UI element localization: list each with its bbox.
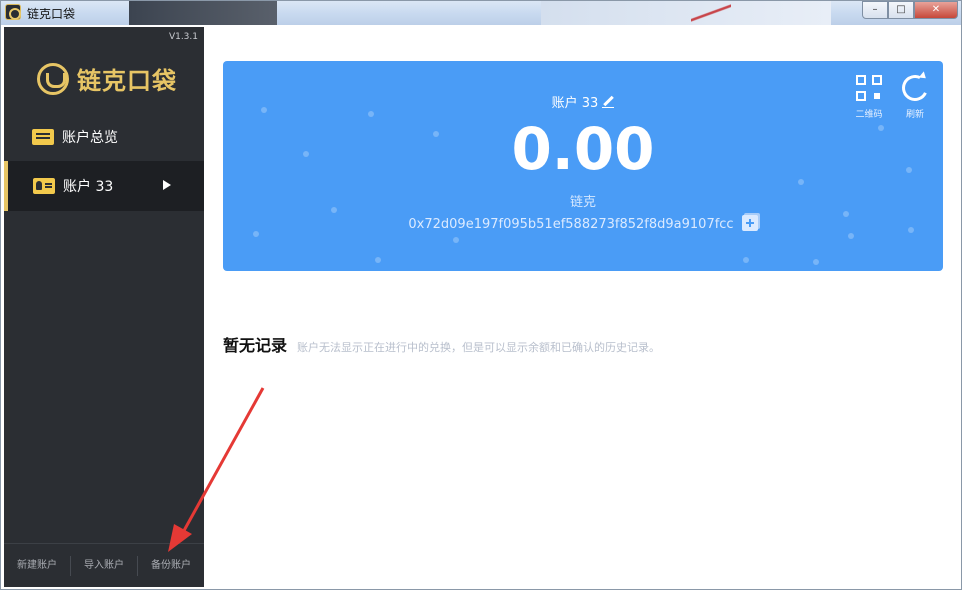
records-hint: 账户无法显示正在进行中的兑换，但是可以显示余额和已确认的历史记录。 bbox=[297, 341, 661, 354]
import-account-button[interactable]: 导入账户 bbox=[70, 555, 137, 576]
sidebar: V1.3.1 链克口袋 账户总览 账户 33 新建账户 导入账户 备份账户 bbox=[4, 27, 204, 587]
edit-icon[interactable] bbox=[602, 96, 615, 108]
app-icon bbox=[5, 4, 21, 20]
app-logo: 链克口袋 bbox=[37, 61, 177, 96]
new-account-button[interactable]: 新建账户 bbox=[4, 556, 70, 576]
backup-account-button[interactable]: 备份账户 bbox=[137, 555, 204, 576]
qr-code-icon bbox=[856, 75, 882, 101]
account-card: 账户 33 0.00 链克 0x72d09e197f095b51ef588273… bbox=[223, 61, 943, 271]
decor-dot bbox=[813, 259, 819, 265]
title-bar-background bbox=[129, 1, 277, 25]
balance-amount: 0.00 bbox=[511, 115, 655, 183]
close-button[interactable]: ✕ bbox=[914, 1, 958, 19]
list-icon bbox=[32, 129, 54, 145]
maximize-button[interactable]: □ bbox=[888, 1, 914, 19]
refresh-label: 刷新 bbox=[905, 110, 924, 120]
qr-code-button[interactable]: 二维码 bbox=[849, 75, 889, 120]
decor-dot bbox=[375, 257, 381, 263]
address-row: 0x72d09e197f095b51ef588273f852f8d9a9107f… bbox=[223, 213, 943, 232]
logo-text: 链克口袋 bbox=[77, 67, 177, 95]
refresh-button[interactable]: 刷新 bbox=[895, 71, 935, 120]
decor-dot bbox=[848, 233, 854, 239]
sidebar-footer: 新建账户 导入账户 备份账户 bbox=[4, 543, 204, 587]
sidebar-item-label: 账户总览 bbox=[62, 130, 118, 146]
window-controls: – □ ✕ bbox=[862, 1, 958, 19]
balance-unit: 链克 bbox=[569, 195, 596, 210]
sidebar-item-overview[interactable]: 账户总览 bbox=[4, 112, 204, 162]
id-card-icon bbox=[33, 178, 55, 194]
account-name-text: 账户 33 bbox=[551, 96, 599, 111]
sidebar-item-account[interactable]: 账户 33 bbox=[4, 161, 204, 211]
refresh-icon bbox=[898, 71, 932, 105]
decor-dot bbox=[453, 237, 459, 243]
title-bar[interactable]: 链克口袋 – □ ✕ bbox=[1, 1, 961, 25]
app-window: 链克口袋 – □ ✕ V1.3.1 链克口袋 账户总览 账户 33 新建账户 导… bbox=[0, 0, 962, 590]
minimize-button[interactable]: – bbox=[862, 1, 888, 19]
qr-code-label: 二维码 bbox=[855, 110, 883, 120]
records-section: 暂无记录 账户无法显示正在进行中的兑换，但是可以显示余额和已确认的历史记录。 bbox=[223, 332, 660, 356]
decor-dot bbox=[743, 257, 749, 263]
version-label: V1.3.1 bbox=[168, 32, 198, 42]
account-name[interactable]: 账户 33 bbox=[223, 92, 943, 111]
logo-icon bbox=[37, 62, 69, 95]
title-bar-background bbox=[691, 1, 731, 25]
window-title: 链克口袋 bbox=[27, 7, 76, 21]
main-content: 账户 33 0.00 链克 0x72d09e197f095b51ef588273… bbox=[204, 27, 961, 589]
records-title: 暂无记录 bbox=[223, 336, 288, 355]
copy-icon[interactable] bbox=[741, 215, 758, 231]
chevron-right-icon bbox=[163, 180, 171, 190]
title-bar-background bbox=[541, 1, 831, 25]
wallet-address[interactable]: 0x72d09e197f095b51ef588273f852f8d9a9107f… bbox=[408, 217, 733, 232]
sidebar-item-label: 账户 33 bbox=[63, 179, 114, 195]
